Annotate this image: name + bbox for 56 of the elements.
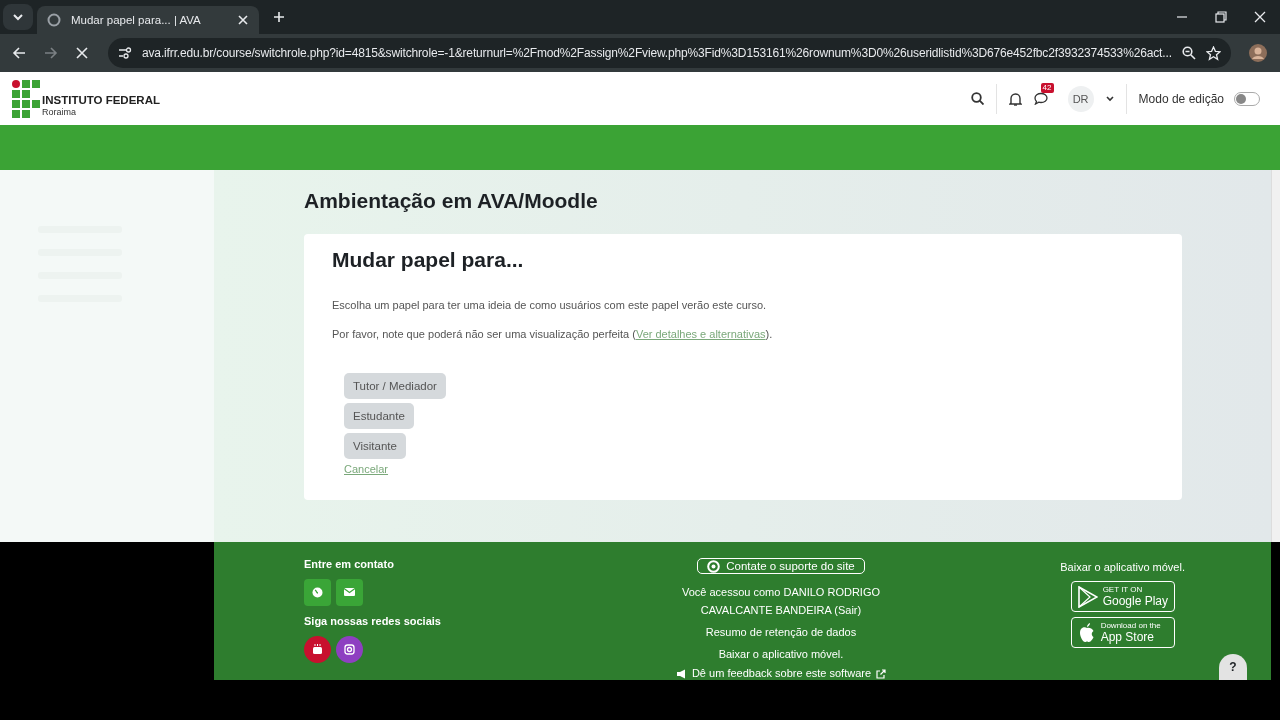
megaphone-icon	[675, 668, 687, 679]
close-icon[interactable]	[237, 14, 249, 26]
course-title: Ambientação em AVA/Moodle	[304, 188, 599, 214]
tab-list-icon[interactable]	[3, 4, 33, 30]
edit-mode-toggle[interactable]	[1234, 91, 1260, 106]
loading-icon	[47, 13, 61, 27]
logo-icon	[12, 79, 40, 118]
play-triangle-icon	[1077, 585, 1098, 608]
contact-heading: Entre em contato	[304, 558, 395, 570]
cancel-link[interactable]: Cancelar	[344, 463, 389, 475]
logo-title: INSTITUTO FEDERAL	[42, 93, 160, 107]
role-button[interactable]: Visitante	[344, 433, 406, 459]
zoom-icon[interactable]	[1181, 46, 1196, 60]
apple-icon	[1077, 622, 1096, 643]
address-bar[interactable]: ava.ifrr.edu.br/course/switchrole.php?id=4815&switchrole=-1&returnurl=%2Fmod%2Fassign%2Fview.php%3Fid%3D153161%26rownum%3D0%26useridlistid%3D676e452fbc2f3932374533%26act...	[108, 38, 1231, 68]
edit-mode-label: Modo de edição	[1138, 91, 1224, 106]
role-button[interactable]: Tutor / Mediador	[344, 373, 446, 399]
lifebuoy-icon	[707, 559, 721, 573]
app-heading: Baixar o aplicativo móvel.	[1060, 560, 1185, 575]
page-heading: Mudar papel para...	[332, 247, 525, 273]
social-heading: Siga nossas redes sociais	[304, 615, 442, 627]
tab-title: Mudar papel para... | AVA	[71, 14, 202, 26]
bell-icon[interactable]	[1008, 91, 1022, 106]
video-icon[interactable]	[304, 636, 331, 663]
caret-icon[interactable]	[1105, 95, 1114, 102]
forward-icon[interactable]	[44, 46, 58, 60]
search-icon[interactable]	[970, 92, 984, 105]
footer-link[interactable]: Baixar o aplicativo móvel.	[718, 645, 844, 663]
google-play-badge[interactable]: GET IT ON Google Play	[1070, 581, 1175, 612]
browser-tab[interactable]: Mudar papel para... | AVA	[37, 6, 259, 34]
url-text: ava.ifrr.edu.br/course/switchrole.php?id=4815&switchrole=-1&returnurl=%2Fmod%2Fassign%2Fview.php%3Fid%3D153161%26rownum%3D0%26useridlistid%3D676e452fbc2f3932374533%26act...	[142, 46, 1172, 60]
site-settings-icon	[118, 46, 132, 60]
star-icon[interactable]	[1205, 45, 1221, 61]
app-store-badge[interactable]: Download on the App Store	[1070, 617, 1175, 648]
note-text: Por favor, note que poderá não ser uma visualização perfeita (Ver detalhes e alternativas).	[332, 327, 774, 341]
footer-link[interactable]: Resumo de retenção de dados	[705, 623, 857, 641]
stop-icon[interactable]	[76, 47, 88, 59]
new-tab-icon[interactable]	[273, 11, 285, 23]
user-avatar[interactable]: DR	[1067, 85, 1094, 112]
close-icon[interactable]	[1254, 11, 1266, 23]
profile-avatar-icon[interactable]	[1248, 44, 1267, 62]
camera-icon[interactable]	[336, 636, 363, 663]
role-button[interactable]: Estudante	[344, 403, 414, 429]
email-icon[interactable]	[336, 579, 363, 606]
message-count-badge: 42	[1040, 83, 1054, 93]
support-button[interactable]: Contate o suporte do site	[697, 558, 865, 574]
external-link-icon	[876, 668, 887, 679]
logged-in-text: Você acessou como DANILO RODRIGO CAVALCANTE BANDEIRA (Sair)	[680, 585, 882, 618]
feedback-link[interactable]: Dê um feedback sobre este software	[675, 667, 887, 680]
intro-text: Escolha um papel para ter uma ideia de como usuários com este papel verão este curso.	[332, 298, 768, 312]
logo-subtitle: Roraima	[42, 106, 77, 117]
scrollbar[interactable]	[1271, 170, 1280, 542]
help-button[interactable]: ?	[1219, 654, 1247, 680]
restore-icon[interactable]	[1215, 11, 1227, 23]
back-icon[interactable]	[12, 46, 26, 60]
chat-bubble-icon[interactable]	[1033, 92, 1048, 105]
